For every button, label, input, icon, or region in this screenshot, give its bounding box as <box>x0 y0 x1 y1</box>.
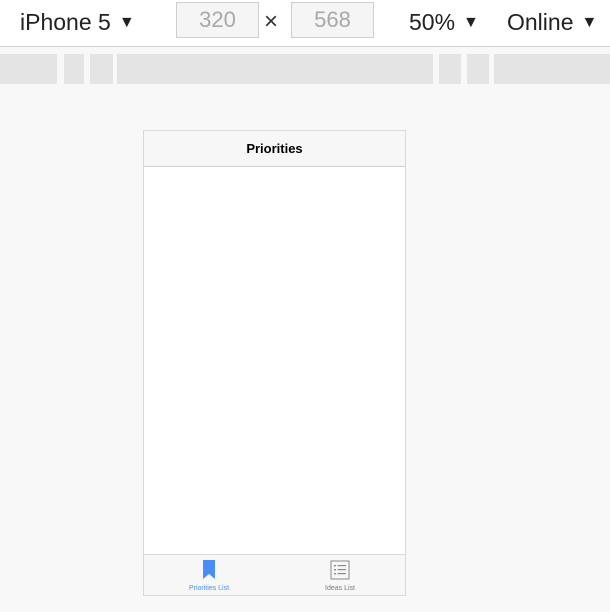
page-title: Priorities <box>246 141 303 156</box>
viewport-height-input[interactable]: 568 <box>291 2 374 38</box>
times-separator: × <box>264 8 279 35</box>
media-query-bar[interactable] <box>439 54 461 84</box>
list-icon <box>330 560 350 585</box>
nav-bar: Priorities <box>144 131 405 167</box>
dropdown-arrow-icon: ▼ <box>581 14 598 31</box>
device-selector-label: iPhone 5 <box>20 9 111 35</box>
devtools-device-toolbar: iPhone 5 ▼ 320 × 568 50% ▼ Online ▼ <box>0 0 610 47</box>
media-query-bar[interactable] <box>0 54 57 84</box>
media-query-bar[interactable] <box>90 54 113 84</box>
dropdown-arrow-icon: ▼ <box>118 14 135 31</box>
media-query-bar[interactable] <box>494 54 610 84</box>
media-query-ruler <box>0 54 610 84</box>
network-selector-label: Online <box>507 9 574 35</box>
priorities-list-content[interactable] <box>144 167 405 555</box>
tab-label: Ideas List <box>325 585 355 592</box>
media-query-bar[interactable] <box>64 54 84 84</box>
zoom-selector-label: 50% <box>409 9 456 35</box>
tab-ideas-list[interactable]: Ideas List <box>275 555 405 595</box>
bookmark-icon <box>202 560 216 585</box>
tab-label: Priorities List <box>188 585 230 592</box>
media-query-bar[interactable] <box>467 54 489 84</box>
zoom-selector[interactable]: 50% ▼ <box>409 8 479 36</box>
network-throttle-selector[interactable]: Online ▼ <box>507 8 597 36</box>
viewport-width-input[interactable]: 320 <box>176 2 259 38</box>
tab-bar: Priorities List Ideas List <box>144 554 405 595</box>
device-viewport: Priorities Priorities List Ideas List <box>143 130 406 596</box>
dropdown-arrow-icon: ▼ <box>463 14 479 31</box>
device-selector[interactable]: iPhone 5 ▼ <box>20 8 135 36</box>
media-query-bar[interactable] <box>117 54 433 84</box>
tab-priorities-list[interactable]: Priorities List <box>144 555 274 595</box>
